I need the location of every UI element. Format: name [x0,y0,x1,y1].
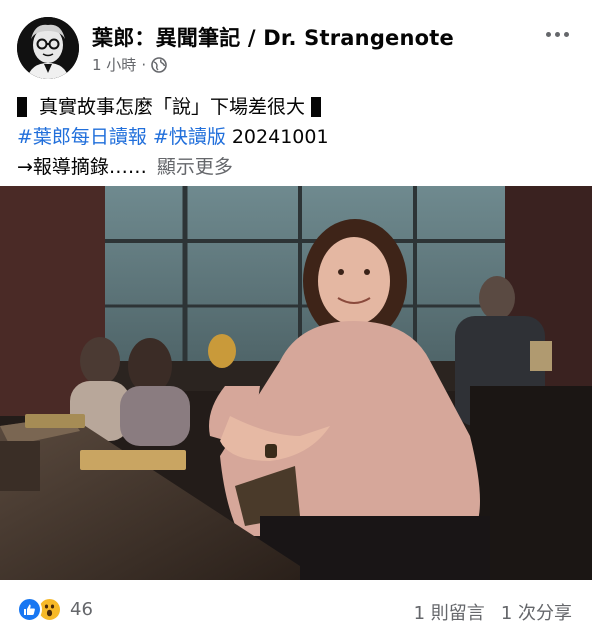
hashtag-line: #葉郎每日讀報 #快讀版 20241001 [17,122,577,152]
globe-icon [151,56,167,73]
post-footer: 46 1 則留言 1 次分享 [0,586,592,634]
hashtag-link[interactable]: #快讀版 [153,122,226,152]
reactions-summary[interactable]: 46 [17,597,93,622]
more-options-button[interactable] [540,20,574,48]
post-title-line: 真實故事怎麼「說」下場差很大 [17,92,577,122]
post-title: 真實故事怎麼「說」下場差很大 [39,96,306,118]
excerpt-line: →報導摘錄…… 顯示更多 [17,152,577,182]
page-avatar[interactable] [17,17,79,79]
shares-count-link[interactable]: 1 次分享 [501,599,572,625]
comments-count-link[interactable]: 1 則留言 [414,599,485,625]
post-timestamp[interactable]: 1 小時 [92,54,136,75]
block-mark-icon [17,97,27,117]
post-photo[interactable] [0,186,592,580]
post-excerpt: →報導摘錄…… [17,156,147,178]
hashtag-link[interactable]: #葉郎每日讀報 [17,122,147,152]
more-dots-icon [545,31,551,37]
post-date: 20241001 [231,126,329,148]
reaction-count: 46 [70,599,93,620]
post-meta: 1 小時 · [92,54,167,75]
see-more-link[interactable]: 顯示更多 [157,152,233,182]
post-header: 葉郎：異聞筆記 / Dr. Strangenote 1 小時 · [0,0,592,86]
engagement-stats: 1 則留言 1 次分享 [414,599,572,625]
post-text: 真實故事怎麼「說」下場差很大 #葉郎每日讀報 #快讀版 20241001 →報導… [17,92,577,182]
block-mark-icon [311,97,322,117]
like-icon [17,597,42,622]
page-name-link[interactable]: 葉郎：異聞筆記 / Dr. Strangenote [92,22,454,52]
meta-separator: · [141,55,147,74]
